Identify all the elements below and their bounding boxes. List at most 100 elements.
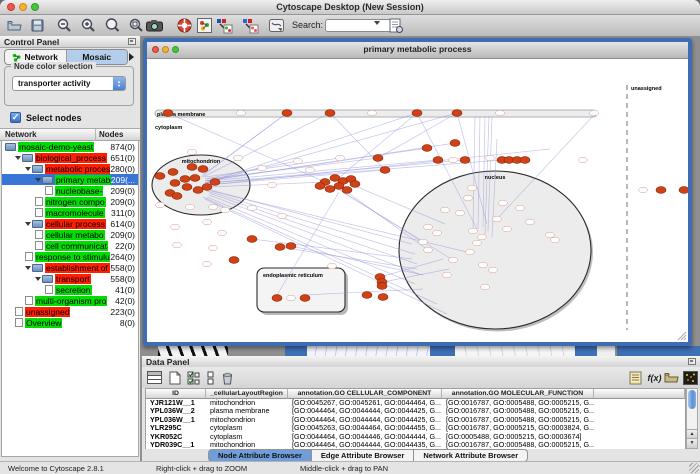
network-node[interactable] <box>468 185 477 191</box>
save-session-button[interactable] <box>29 17 46 34</box>
network-node[interactable] <box>237 110 246 116</box>
network-node[interactable] <box>336 155 345 161</box>
network-node[interactable] <box>188 149 197 155</box>
tree-item[interactable]: multi-organism pro42(0) <box>2 295 138 306</box>
zoom-out-button[interactable] <box>56 17 73 34</box>
network-node[interactable] <box>209 245 218 251</box>
node-color-attribute-select[interactable]: transporter activity ▲▼ <box>12 76 126 91</box>
network-node[interactable] <box>268 182 277 188</box>
column-header[interactable]: _cellularLayoutRegion <box>206 389 288 399</box>
network-node[interactable] <box>460 157 470 164</box>
tree-item[interactable]: secretion41(0) <box>2 284 138 295</box>
network-node[interactable] <box>526 219 535 225</box>
network-node[interactable] <box>452 110 462 117</box>
attribute-table-header[interactable]: ID_cellularLayoutRegionannotation.GO CEL… <box>146 389 685 399</box>
network-node[interactable] <box>493 216 502 222</box>
network-node[interactable] <box>433 157 443 164</box>
expand-arrow-icon[interactable] <box>25 222 32 226</box>
network-node[interactable] <box>424 247 433 253</box>
tree-col-divider[interactable] <box>95 129 96 140</box>
help-button[interactable] <box>176 17 193 34</box>
tree-item[interactable]: unassigned223(0) <box>2 306 138 317</box>
enhanced-search-button[interactable] <box>387 17 404 34</box>
network-node[interactable] <box>202 184 212 191</box>
zoom-in-button[interactable] <box>80 17 97 34</box>
network-node[interactable] <box>328 263 337 269</box>
show-all-columns-button[interactable] <box>146 369 163 386</box>
network-overview-button[interactable] <box>196 17 213 34</box>
tree-item[interactable]: response to stimulu264(0) <box>2 251 138 262</box>
delete-attribute-button[interactable] <box>219 369 236 386</box>
network-node[interactable] <box>275 244 285 251</box>
network-node[interactable] <box>229 257 239 264</box>
network-node[interactable] <box>464 195 473 201</box>
network-node[interactable] <box>422 145 432 152</box>
network-node[interactable] <box>203 219 212 225</box>
network-edge[interactable] <box>209 193 417 264</box>
tree-item[interactable]: establishment of lo558(0) <box>2 262 138 273</box>
network-node[interactable] <box>258 165 267 171</box>
tree-item[interactable]: nitrogen compo209(0) <box>2 196 138 207</box>
network-node[interactable] <box>380 167 390 174</box>
network-node[interactable] <box>419 239 428 245</box>
network-node[interactable] <box>198 166 208 173</box>
tree-item[interactable]: nucleobase-209(0) <box>2 185 138 196</box>
network-node[interactable] <box>248 205 257 211</box>
network-node[interactable] <box>520 157 530 164</box>
network-node[interactable] <box>278 213 287 219</box>
network-node[interactable] <box>424 224 433 230</box>
network-node[interactable] <box>294 158 303 164</box>
network-node[interactable] <box>300 295 310 302</box>
network-node[interactable] <box>362 292 372 299</box>
more-tabs-arrow[interactable] <box>129 53 134 61</box>
network-node[interactable] <box>193 187 203 194</box>
new-attribute-button[interactable] <box>166 369 183 386</box>
network-node[interactable] <box>489 267 498 273</box>
network-node[interactable] <box>342 187 352 194</box>
network-node[interactable] <box>247 236 257 243</box>
vizmapper-button[interactable] <box>216 17 233 34</box>
table-row[interactable]: YKR052Ccytoplasm[GO:0044464, GO:0044446,… <box>146 433 685 441</box>
network-view-frame[interactable]: primary metabolic process plasma membran… <box>143 38 692 346</box>
network-node[interactable] <box>287 295 296 301</box>
import-attributes-button[interactable] <box>663 369 680 386</box>
scroll-down-button[interactable]: ▼ <box>687 438 697 448</box>
column-header[interactable]: ID <box>146 389 206 399</box>
network-edge[interactable] <box>209 195 419 274</box>
tree-item[interactable]: metabolic process280(0) <box>2 163 138 174</box>
network-node[interactable] <box>449 157 458 163</box>
network-node[interactable] <box>546 232 555 238</box>
network-edge[interactable] <box>207 191 415 254</box>
expand-arrow-icon[interactable] <box>35 277 42 281</box>
scrollbar-thumb[interactable] <box>688 390 696 409</box>
network-edge[interactable] <box>205 113 457 183</box>
network-node[interactable] <box>412 110 422 117</box>
network-node[interactable] <box>486 155 495 161</box>
network-node[interactable] <box>282 110 292 117</box>
canvas-resize-grip[interactable] <box>678 332 686 340</box>
network-node[interactable] <box>590 110 599 116</box>
network-node[interactable] <box>163 110 173 117</box>
tree-item[interactable]: Overview8(0) <box>2 317 138 328</box>
float-panel-icon[interactable] <box>688 358 696 365</box>
network-node[interactable] <box>171 224 180 230</box>
search-dropdown-arrow[interactable] <box>374 21 380 25</box>
network-node[interactable] <box>203 261 212 267</box>
select-attributes-button[interactable] <box>185 369 202 386</box>
network-node[interactable] <box>639 187 648 193</box>
tree-item[interactable]: transport558(0) <box>2 273 138 284</box>
network-node[interactable] <box>186 204 195 210</box>
network-node[interactable] <box>368 110 377 116</box>
network-node[interactable] <box>187 164 197 171</box>
window-resize-grip[interactable] <box>689 463 699 473</box>
open-session-button[interactable] <box>6 17 23 34</box>
tree-item[interactable]: biological_process651(0) <box>2 152 138 163</box>
network-frame-titlebar[interactable]: primary metabolic process <box>147 42 688 59</box>
zoom-selected-button[interactable] <box>104 17 121 34</box>
network-node[interactable] <box>377 283 387 290</box>
network-node[interactable] <box>325 186 335 193</box>
network-node[interactable] <box>443 272 452 278</box>
window-titlebar[interactable]: Cytoscape Desktop (New Session) <box>0 0 700 15</box>
network-node[interactable] <box>172 193 182 200</box>
attribute-editor-button[interactable] <box>627 369 644 386</box>
